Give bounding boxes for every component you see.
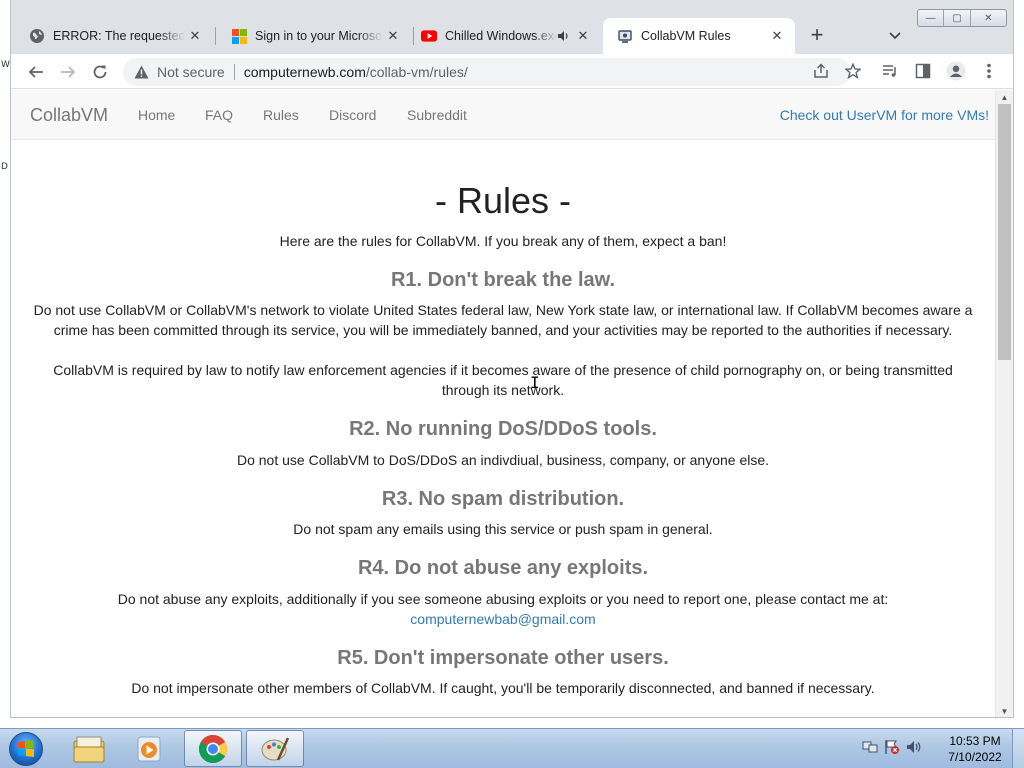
site-brand[interactable]: CollabVM bbox=[30, 105, 108, 126]
rule-heading: R5. Don't impersonate other users. bbox=[337, 647, 669, 669]
intro-text: Here are the rules for CollabVM. If you … bbox=[279, 233, 727, 249]
nav-rules[interactable]: Rules bbox=[263, 107, 299, 123]
contact-email-link[interactable]: computernewbab@gmail.com bbox=[410, 611, 595, 627]
forward-button[interactable] bbox=[54, 58, 82, 86]
speaker-icon[interactable] bbox=[557, 30, 571, 42]
nav-faq[interactable]: FAQ bbox=[205, 107, 233, 123]
close-icon[interactable]: ✕ bbox=[185, 26, 205, 46]
rule-heading: R1. Don't break the law. bbox=[390, 269, 616, 291]
rule-text: Do not impersonate other members of Coll… bbox=[131, 680, 875, 696]
menu-icon[interactable] bbox=[976, 58, 1002, 84]
page-viewport: CollabVM Home FAQ Rules Discord Subreddi… bbox=[11, 90, 995, 717]
chrome-icon[interactable] bbox=[184, 730, 242, 767]
warning-icon[interactable] bbox=[133, 64, 149, 80]
maximize-button[interactable]: ▢ bbox=[944, 10, 971, 26]
volume-icon[interactable] bbox=[906, 739, 922, 760]
tab-strip: ERROR: The requested URL could not be re… bbox=[11, 0, 1013, 54]
browser-toolbar: Not secure computernewb.com/collab-vm/ru… bbox=[11, 54, 1013, 89]
close-window-button[interactable]: ✕ bbox=[971, 10, 1006, 26]
rule-text: Do not spam any emails using this servic… bbox=[293, 521, 713, 537]
back-button[interactable] bbox=[22, 58, 50, 86]
tab-youtube[interactable]: Chilled Windows.exe ✕ bbox=[407, 18, 601, 54]
close-icon[interactable]: ✕ bbox=[383, 26, 403, 46]
security-label[interactable]: Not secure bbox=[157, 64, 225, 80]
rule-heading: R2. No running DoS/DDoS tools. bbox=[349, 418, 657, 440]
taskbar: 10:53 PM 7/10/2022 bbox=[0, 728, 1024, 768]
start-button[interactable] bbox=[4, 731, 48, 767]
clock-time: 10:53 PM bbox=[949, 734, 1001, 748]
uservm-link[interactable]: Check out UserVM for more VMs! bbox=[780, 107, 989, 123]
desktop-icon-label: D bbox=[1, 162, 8, 172]
scrollbar-thumb[interactable] bbox=[998, 104, 1011, 360]
tab-error[interactable]: ERROR: The requested URL could not be re… bbox=[15, 18, 213, 54]
profile-avatar-icon[interactable] bbox=[943, 58, 969, 84]
rule-heading: R4. Do not abuse any exploits. bbox=[357, 557, 649, 579]
scroll-up-arrow-icon[interactable]: ▲ bbox=[996, 90, 1013, 104]
globe-icon bbox=[29, 28, 45, 44]
rule-text: Do not use CollabVM or CollabVM's networ… bbox=[33, 302, 973, 338]
nav-discord[interactable]: Discord bbox=[329, 107, 376, 123]
new-tab-button[interactable]: + bbox=[805, 24, 829, 48]
share-icon[interactable] bbox=[808, 58, 834, 84]
taskbar-clock[interactable]: 10:53 PM 7/10/2022 bbox=[940, 733, 1010, 765]
desktop-edge: W D bbox=[0, 0, 10, 728]
rule-heading: R3. No spam distribution. bbox=[381, 488, 625, 510]
flag-icon[interactable] bbox=[884, 739, 900, 760]
close-icon[interactable]: ✕ bbox=[573, 26, 593, 46]
side-panel-icon[interactable] bbox=[910, 58, 936, 84]
nav-subreddit[interactable]: Subreddit bbox=[407, 107, 467, 123]
network-icon[interactable] bbox=[862, 739, 878, 760]
rule-text: CollabVM is required by law to notify la… bbox=[53, 362, 953, 398]
tab-microsoft[interactable]: Sign in to your Microsoft account ✕ bbox=[217, 18, 411, 54]
browser-window: ERROR: The requested URL could not be re… bbox=[10, 0, 1014, 718]
chevron-down-icon[interactable] bbox=[883, 24, 907, 48]
tab-collabvm-rules[interactable]: CollabVM Rules ✕ bbox=[603, 18, 795, 54]
explorer-icon[interactable] bbox=[60, 730, 118, 767]
star-icon[interactable] bbox=[840, 58, 866, 84]
media-player-icon[interactable] bbox=[120, 730, 178, 767]
youtube-icon bbox=[421, 28, 437, 44]
media-control-icon[interactable] bbox=[877, 58, 903, 84]
desktop-icon-label: W bbox=[1, 60, 10, 70]
page-title: - Rules - bbox=[434, 180, 572, 221]
paint-icon[interactable] bbox=[246, 730, 304, 767]
rule-text: Do not abuse any exploits, additionally … bbox=[117, 591, 889, 607]
show-desktop-button[interactable] bbox=[1012, 729, 1024, 768]
collabvm-icon bbox=[617, 28, 633, 44]
minimize-button[interactable]: — bbox=[918, 10, 945, 26]
rule-text: Do not use CollabVM to DoS/DDoS an indiv… bbox=[236, 452, 770, 468]
close-icon[interactable]: ✕ bbox=[767, 26, 787, 46]
site-navbar: CollabVM Home FAQ Rules Discord Subreddi… bbox=[11, 90, 995, 140]
window-controls: — ▢ ✕ bbox=[917, 9, 1007, 27]
reload-button[interactable] bbox=[86, 58, 114, 86]
windows-logo-icon bbox=[9, 732, 43, 766]
url-text[interactable]: computernewb.com/collab-vm/rules/ bbox=[244, 64, 468, 80]
system-tray bbox=[862, 735, 922, 763]
nav-home[interactable]: Home bbox=[138, 107, 175, 123]
text-cursor-icon: I bbox=[530, 373, 540, 392]
contact-email-line: computernewbab@gmail.com bbox=[27, 609, 979, 629]
page-scrollbar[interactable]: ▲ ▼ bbox=[995, 90, 1013, 717]
microsoft-icon bbox=[231, 28, 247, 44]
clock-date: 7/10/2022 bbox=[948, 750, 1002, 764]
scroll-down-arrow-icon[interactable]: ▼ bbox=[996, 704, 1013, 717]
address-bar[interactable]: Not secure computernewb.com/collab-vm/ru… bbox=[123, 58, 851, 86]
